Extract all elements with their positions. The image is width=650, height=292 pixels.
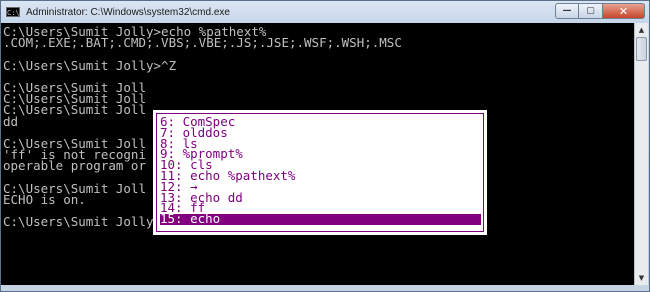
console-area[interactable]: C:\Users\Sumit Jolly>echo %pathext% .COM;… bbox=[1, 23, 635, 285]
scroll-up-arrow-icon[interactable]: ▲ bbox=[635, 23, 648, 37]
history-item-selected[interactable]: 15: echo bbox=[160, 213, 481, 225]
close-button[interactable]: ✕ bbox=[603, 3, 645, 19]
vertical-scrollbar[interactable]: ▲ ▼ bbox=[634, 23, 648, 285]
maximize-button[interactable]: ▢ bbox=[579, 3, 603, 19]
scroll-thumb[interactable] bbox=[636, 37, 647, 61]
caption-buttons: — ▢ ✕ bbox=[555, 3, 645, 19]
minimize-button[interactable]: — bbox=[555, 3, 579, 19]
console-line: C:\Users\Sumit Jolly>^Z bbox=[3, 57, 177, 73]
history-item[interactable]: 11: echo %pathext% bbox=[160, 169, 483, 182]
history-item[interactable]: 7: olddos bbox=[160, 126, 483, 139]
cmd-icon: C:\ bbox=[6, 7, 20, 17]
history-popup-frame: 6: ComSpec 7: olddos 8: ls 9: %prompt% 10: c… bbox=[156, 113, 484, 232]
cmd-window: C:\ Administrator: C:\Windows\system32\c… bbox=[0, 0, 650, 292]
window-title: Administrator: C:\Windows\system32\cmd.e… bbox=[26, 6, 230, 18]
history-item[interactable]: 13: echo dd bbox=[160, 191, 483, 204]
command-history-popup[interactable]: 6: ComSpec 7: olddos 8: ls 9: %prompt% 10: c… bbox=[153, 110, 487, 235]
history-list: 6: ComSpec 7: olddos 8: ls 9: %prompt% 10: c… bbox=[160, 115, 483, 225]
title-bar[interactable]: C:\ Administrator: C:\Windows\system32\c… bbox=[1, 1, 649, 23]
window-bottom-border bbox=[1, 285, 649, 291]
console-line: .COM;.EXE;.BAT;.CMD;.VBS;.VBE;.JS;.JSE;.… bbox=[3, 35, 402, 51]
scroll-down-arrow-icon[interactable]: ▼ bbox=[635, 271, 648, 285]
